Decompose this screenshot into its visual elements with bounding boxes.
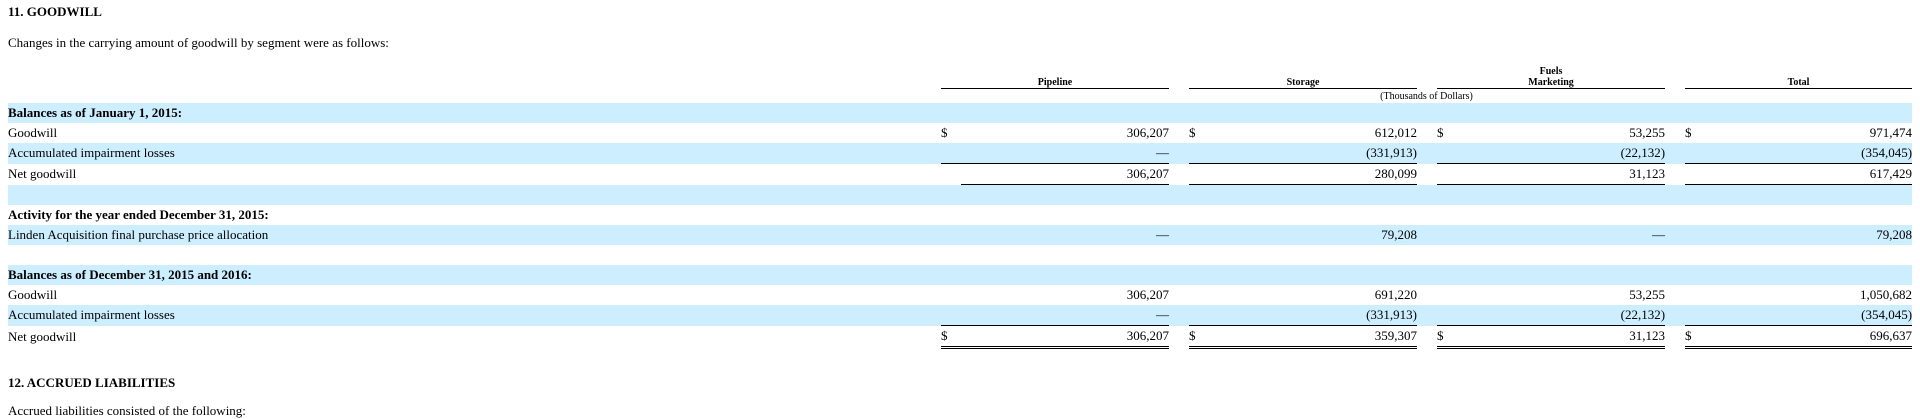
dollar-sign: $ xyxy=(1189,325,1210,349)
row-label: Accumulated impairment losses xyxy=(8,305,941,326)
cell-fuels-marketing: 31,123 xyxy=(1457,325,1666,349)
row-label: Linden Acquisition final purchase price … xyxy=(8,225,941,245)
cell-storage: 280,099 xyxy=(1209,163,1418,185)
cell-total: 971,474 xyxy=(1869,125,1913,140)
cell-fuels-marketing: — xyxy=(1457,225,1666,245)
cell-fuels-marketing: 31,123 xyxy=(1457,163,1666,185)
cell-fuels-marketing: (22,132) xyxy=(1457,143,1666,164)
units-label: (Thousands of Dollars) xyxy=(1380,90,1473,102)
dollar-sign: $ xyxy=(1437,125,1444,140)
cell-storage: 359,307 xyxy=(1209,325,1418,349)
cell-total: 1,050,682 xyxy=(1860,287,1913,302)
cell-storage: (331,913) xyxy=(1209,305,1418,326)
table-row: Accumulated impairment losses — (331,913… xyxy=(8,305,1913,326)
cell-pipeline: — xyxy=(961,225,1170,245)
cell-total: 696,637 xyxy=(1705,325,1913,349)
cell-pipeline: 306,207 xyxy=(961,163,1170,185)
section-label: Balances as of January 1, 2015: xyxy=(8,103,941,123)
column-header-storage: Storage xyxy=(1189,58,1418,89)
table-row: Goodwill 306,207 691,220 53,255 1,050,68… xyxy=(8,285,1912,305)
dollar-sign: $ xyxy=(1685,125,1692,140)
section-label: Balances as of December 31, 2015 and 201… xyxy=(8,265,941,285)
row-label: Accumulated impairment losses xyxy=(8,143,941,164)
row-label: Goodwill xyxy=(8,287,58,302)
column-header-pipeline: Pipeline xyxy=(941,58,1170,89)
cell-fuels-marketing: 53,255 xyxy=(1629,125,1666,140)
table-row: Balances as of December 31, 2015 and 201… xyxy=(8,265,1913,285)
dollar-sign: $ xyxy=(1437,325,1458,349)
table-row: Accumulated impairment losses — (331,913… xyxy=(8,143,1913,164)
cell-storage: (331,913) xyxy=(1209,143,1418,164)
dollar-sign: $ xyxy=(1189,125,1196,140)
dollar-sign: $ xyxy=(941,325,961,349)
cell-total: (354,045) xyxy=(1705,143,1913,164)
dollar-sign: $ xyxy=(941,125,948,140)
section-12-intro: Accrued liabilities consisted of the fol… xyxy=(8,403,246,418)
cell-pipeline: 306,207 xyxy=(961,325,1170,349)
cell-storage: 612,012 xyxy=(1374,125,1418,140)
cell-pipeline: — xyxy=(961,143,1170,164)
table-row: Goodwill $ 306,207 $ 612,012 $ 53,255 $ … xyxy=(8,123,1912,143)
table-row: Net goodwill $ 306,207 $ 359,307 $ 31,12… xyxy=(8,325,1913,349)
column-header-total: Total xyxy=(1685,58,1913,89)
goodwill-table: Pipeline Storage Fuels Marketing Total (… xyxy=(8,58,1913,349)
column-header-row: Pipeline Storage Fuels Marketing Total xyxy=(8,58,1913,89)
cell-pipeline: 306,207 xyxy=(1126,125,1170,140)
cell-fuels-marketing: 53,255 xyxy=(1629,287,1666,302)
table-row: Activity for the year ended December 31,… xyxy=(8,205,1912,225)
cell-total: (354,045) xyxy=(1705,305,1913,326)
column-header-fuels-marketing: Fuels Marketing xyxy=(1437,58,1666,89)
cell-total: 79,208 xyxy=(1705,225,1913,245)
section-11-intro: Changes in the carrying amount of goodwi… xyxy=(8,35,389,50)
section-11-heading: 11. GOODWILL xyxy=(8,4,102,19)
section-label: Activity for the year ended December 31,… xyxy=(8,207,269,222)
row-label: Net goodwill xyxy=(8,166,77,181)
table-row: Linden Acquisition final purchase price … xyxy=(8,225,1913,245)
cell-fuels-marketing: (22,132) xyxy=(1457,305,1666,326)
cell-pipeline: — xyxy=(961,305,1170,326)
cell-total: 617,429 xyxy=(1705,163,1913,185)
cell-pipeline: 306,207 xyxy=(1126,287,1170,302)
cell-storage: 691,220 xyxy=(1374,287,1418,302)
table-row: Balances as of January 1, 2015: xyxy=(8,103,1913,123)
row-label: Net goodwill xyxy=(8,328,77,344)
dollar-sign: $ xyxy=(1685,325,1706,349)
table-row: Net goodwill 306,207 280,099 31,123 617,… xyxy=(8,163,1913,185)
row-label: Goodwill xyxy=(8,125,58,140)
section-12-heading: 12. ACCRUED LIABILITIES xyxy=(8,375,176,390)
cell-storage: 79,208 xyxy=(1209,225,1418,245)
